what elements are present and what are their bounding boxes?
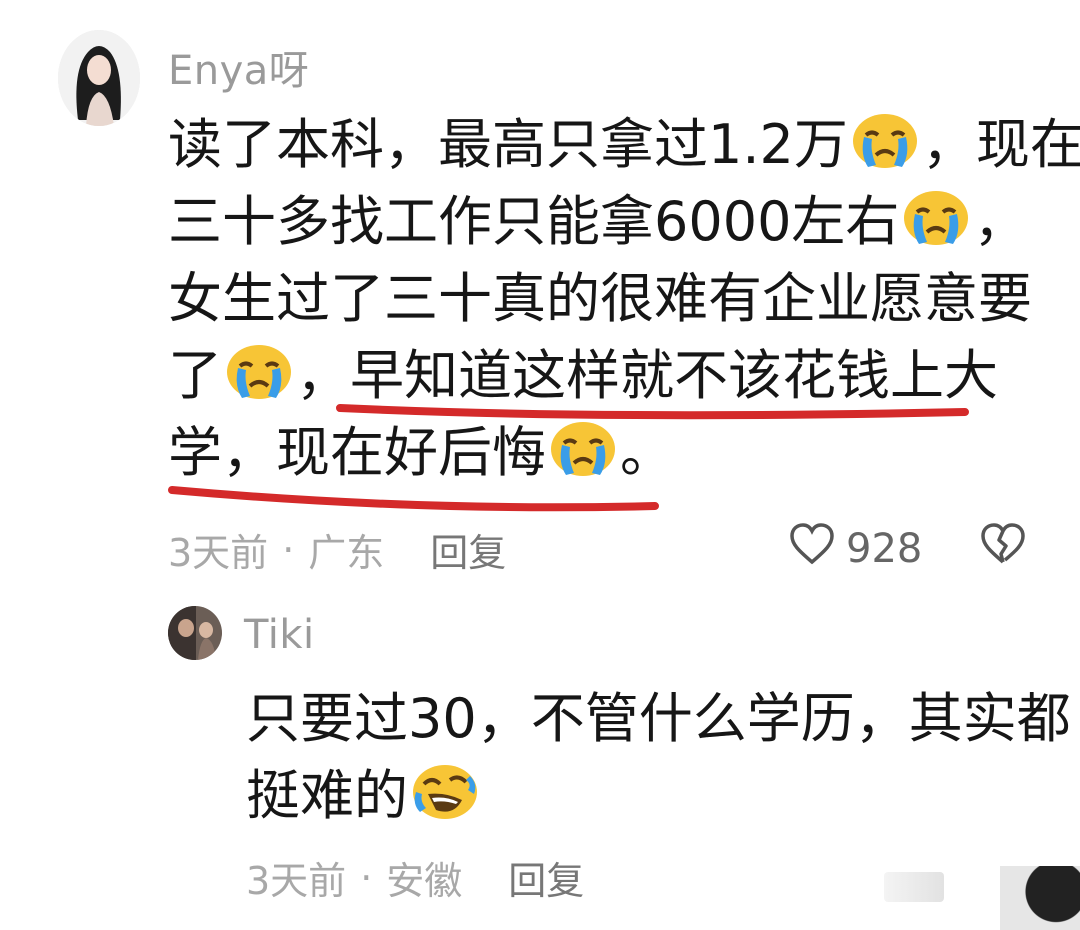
comment-text-segment: ，现在 [921, 113, 1080, 176]
reply-button[interactable]: 回复 [508, 850, 584, 905]
comment-line: 三十多找工作只能拿6000左右 ， [168, 183, 1080, 260]
like-count: 928 [846, 526, 923, 572]
laughing-emoji-icon [410, 762, 480, 822]
separator-dot: · [360, 855, 373, 900]
partial-icon-right [1000, 866, 1080, 930]
heart-outline-icon [788, 522, 836, 576]
comment-text-segment: 女生过了三十真的很难有企业愿意要 [168, 267, 1032, 330]
reply-button[interactable]: 回复 [430, 522, 506, 577]
comment-body: 只要过30，不管什么学历，其实都 挺难的 [246, 680, 1071, 834]
comment-meta: 3天前 · 广东 回复 [168, 522, 506, 577]
comment-meta: 3天前 · 安徽 回复 [246, 850, 584, 905]
comment-line: 只要过30，不管什么学历，其实都 [246, 680, 1071, 757]
avatar-image [58, 30, 140, 126]
comment-text-segment: 挺难的 [246, 764, 408, 827]
comment-text-segment: ， [973, 190, 1028, 253]
avatar-image [168, 606, 222, 660]
comment-line: 学，现在好后悔 。 [168, 414, 1080, 491]
comment-body: 读了本科，最高只拿过1.2万 ，现在 三十多找工作只能拿6000左右 ， 女生过了三… [168, 106, 1080, 491]
timestamp: 3天前 [246, 859, 347, 903]
comment-text-segment: 读了本科，最高只拿过1.2万 [168, 113, 848, 176]
comment-text-segment: 只要过30，不管什么学历，其实都 [246, 687, 1071, 750]
comment-text-segment: ，早知道这样就不该花钱上大 [296, 344, 998, 407]
like-button[interactable]: 928 [788, 522, 922, 576]
broken-heart-icon[interactable] [978, 522, 1028, 570]
separator-dot: · [282, 527, 295, 572]
location: 安徽 [386, 859, 463, 903]
username[interactable]: Enya呀 [168, 38, 309, 96]
comment-line: 了 ，早知道这样就不该花钱上大 [168, 337, 1080, 414]
crying-emoji-icon [224, 342, 294, 402]
comment-text-segment: 。 [620, 421, 674, 484]
comment-text-segment: 了 [168, 344, 222, 407]
avatar-tiki[interactable] [168, 606, 222, 660]
comment-text-segment: 学，现在好后悔 [168, 421, 546, 484]
comment-line: 读了本科，最高只拿过1.2万 ，现在 [168, 106, 1080, 183]
crying-emoji-icon [548, 419, 618, 479]
crying-emoji-icon [901, 188, 971, 248]
partial-icon-left [884, 872, 944, 902]
timestamp: 3天前 [168, 531, 269, 575]
comment-line: 女生过了三十真的很难有企业愿意要 [168, 260, 1080, 337]
comment-text-segment: 三十多找工作只能拿6000左右 [168, 190, 900, 253]
avatar-enya[interactable] [58, 30, 140, 126]
crying-emoji-icon [850, 111, 920, 171]
username[interactable]: Tiki [244, 612, 315, 658]
location: 广东 [308, 531, 385, 575]
comment-line: 挺难的 [246, 757, 1071, 834]
